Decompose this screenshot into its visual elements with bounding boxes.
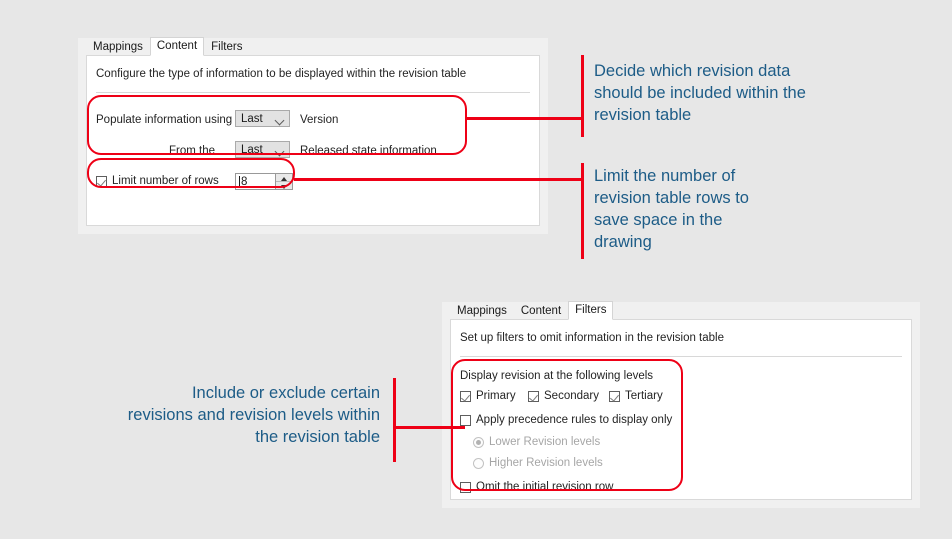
from-the-dropdown[interactable]: Last <box>235 141 290 158</box>
filters-dialog-tabstrip: Mappings Content Filters <box>442 300 920 321</box>
level-secondary-checkbox[interactable]: Secondary <box>528 390 599 402</box>
radio-lower-revision-levels-label: Lower Revision levels <box>489 436 601 448</box>
level-primary-checkbox[interactable]: Primary <box>460 390 516 402</box>
leader-bar-revision-data <box>581 55 584 137</box>
content-tab-body: Configure the type of information to be … <box>86 55 540 226</box>
leader-line-include-exclude <box>393 426 465 429</box>
content-divider <box>96 92 530 93</box>
apply-precedence-checkbox[interactable]: Apply precedence rules to display only <box>460 414 672 426</box>
radio-higher-revision-levels-label: Higher Revision levels <box>489 457 603 469</box>
content-dialog-tabstrip: Mappings Content Filters <box>78 36 548 57</box>
populate-info-suffix: Version <box>300 114 339 126</box>
radio-lower-revision-levels[interactable]: Lower Revision levels <box>473 436 600 448</box>
annotation-include-exclude: Include or exclude certain revisions and… <box>127 384 380 446</box>
checkbox-checked-icon <box>528 390 539 402</box>
level-primary-label: Primary <box>476 390 516 402</box>
level-tertiary-label: Tertiary <box>625 390 663 402</box>
stepper-up-icon[interactable] <box>276 174 292 181</box>
radio-selected-icon <box>473 436 484 448</box>
leader-line-revision-data <box>466 117 584 120</box>
omit-initial-revision-row-checkbox[interactable]: Omit the initial revision row <box>460 481 613 493</box>
leader-bar-limit-rows <box>581 163 584 259</box>
filters-tab-body: Set up filters to omit information in th… <box>450 319 912 500</box>
limit-rows-value[interactable]: 8 <box>236 174 275 189</box>
stepper-buttons <box>275 174 292 189</box>
tab-content[interactable]: Content <box>514 302 568 321</box>
tab-mappings[interactable]: Mappings <box>86 38 150 57</box>
limit-number-of-rows-label: Limit number of rows <box>112 175 219 187</box>
limit-number-of-rows-checkbox[interactable]: Limit number of rows <box>96 175 219 187</box>
checkbox-checked-icon <box>460 390 471 402</box>
from-the-label: From the <box>169 145 216 157</box>
populate-info-label: Populate information using <box>96 114 233 126</box>
leader-line-limit-rows <box>294 178 584 181</box>
tab-mappings[interactable]: Mappings <box>450 302 514 321</box>
radio-unselected-icon <box>473 457 484 469</box>
level-tertiary-checkbox[interactable]: Tertiary <box>609 390 663 402</box>
checkbox-unchecked-icon <box>460 481 471 493</box>
text-caret-icon <box>239 176 240 187</box>
content-description: Configure the type of information to be … <box>96 68 467 80</box>
populate-info-dropdown[interactable]: Last <box>235 110 290 127</box>
content-dialog-panel: Mappings Content Filters Configure the t… <box>78 36 548 234</box>
chevron-down-icon <box>272 111 289 126</box>
from-the-suffix: Released state information <box>300 145 437 157</box>
populate-info-dropdown-value: Last <box>241 112 263 125</box>
limit-rows-stepper[interactable]: 8 <box>235 173 293 190</box>
apply-precedence-label: Apply precedence rules to display only <box>476 414 673 426</box>
checkbox-checked-icon <box>96 175 107 187</box>
tab-content[interactable]: Content <box>149 36 205 56</box>
leader-bar-include-exclude <box>393 378 396 462</box>
checkbox-checked-icon <box>609 390 620 402</box>
tab-filters[interactable]: Filters <box>204 38 249 57</box>
annotation-revision-data: Decide which revision data should be inc… <box>594 62 806 124</box>
filters-description: Set up filters to omit information in th… <box>460 332 724 344</box>
from-the-dropdown-value: Last <box>241 143 263 156</box>
display-levels-label: Display revision at the following levels <box>460 370 654 382</box>
level-secondary-label: Secondary <box>544 390 599 402</box>
filters-dialog-panel: Mappings Content Filters Set up filters … <box>442 300 920 508</box>
chevron-down-icon <box>272 142 289 157</box>
filters-divider <box>460 356 902 357</box>
checkbox-unchecked-icon <box>460 414 471 426</box>
annotation-limit-rows: Limit the number of revision table rows … <box>594 167 749 251</box>
tab-filters[interactable]: Filters <box>568 300 614 320</box>
radio-higher-revision-levels[interactable]: Higher Revision levels <box>473 457 603 469</box>
stepper-down-icon[interactable] <box>276 181 292 189</box>
omit-initial-revision-row-label: Omit the initial revision row <box>476 481 614 493</box>
limit-rows-value-text: 8 <box>241 175 248 188</box>
